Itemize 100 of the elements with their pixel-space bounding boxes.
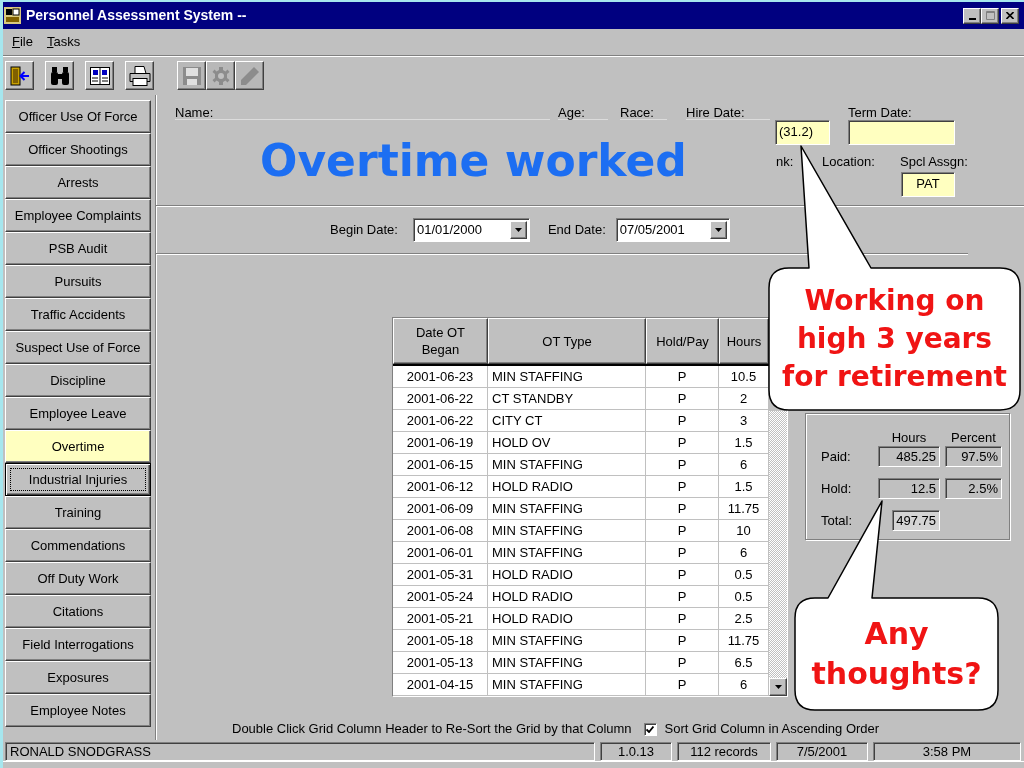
sidebar-button[interactable]: Commendations — [5, 529, 151, 562]
table-cell: P — [646, 476, 719, 498]
table-cell: P — [646, 586, 719, 608]
column-header[interactable]: Hours — [719, 318, 769, 364]
end-date-label: End Date: — [547, 221, 606, 240]
page-title: Overtime worked — [260, 134, 687, 188]
table-cell: 2.5 — [719, 608, 769, 630]
table-cell: P — [646, 432, 719, 454]
table-cell: P — [646, 608, 719, 630]
table-cell: 2001-04-15 — [393, 674, 488, 696]
table-cell: P — [646, 542, 719, 564]
menu-item[interactable]: File — [11, 32, 34, 52]
table-cell: MIN STAFFING — [488, 520, 646, 542]
table-cell: P — [646, 454, 719, 476]
percent-field: 97.5% — [945, 446, 1002, 467]
hours-field: 12.5 — [878, 478, 940, 499]
summary-label: Paid: — [821, 447, 851, 466]
table-cell: P — [646, 366, 719, 388]
sidebar-button[interactable]: Traffic Accidents — [5, 298, 151, 331]
column-header[interactable]: OT Type — [488, 318, 646, 364]
table-cell: 10.5 — [719, 366, 769, 388]
callout-text: Any thoughts? — [810, 615, 983, 693]
hours-field: 485.25 — [878, 446, 940, 467]
sidebar-button[interactable]: Exposures — [5, 661, 151, 694]
sidebar-button[interactable]: Training — [5, 496, 151, 529]
table-cell: 6 — [719, 542, 769, 564]
table-cell: 2001-06-08 — [393, 520, 488, 542]
table-cell: 1.5 — [719, 432, 769, 454]
sidebar-button[interactable]: Citations — [5, 595, 151, 628]
percent-field: 2.5% — [945, 478, 1002, 499]
toolbar-button[interactable] — [5, 61, 34, 90]
table-cell: MIN STAFFING — [488, 498, 646, 520]
sidebar-button[interactable]: Field Interrogations — [5, 628, 151, 661]
sidebar-button[interactable]: Industrial Injuries — [5, 463, 151, 496]
table-cell: 11.75 — [719, 498, 769, 520]
table-cell: MIN STAFFING — [488, 366, 646, 388]
caret-icon — [774, 685, 782, 689]
race-label: Race: — [620, 105, 654, 120]
sidebar-button[interactable]: Officer Shootings — [5, 133, 151, 166]
table-cell: HOLD RADIO — [488, 476, 646, 498]
sidebar-button[interactable]: Officer Use Of Force — [5, 100, 151, 133]
scroll-down-button[interactable] — [769, 678, 787, 696]
pencil-icon — [240, 66, 259, 85]
sidebar-button[interactable]: Employee Complaints — [5, 199, 151, 232]
check-icon — [646, 725, 655, 733]
table-cell: 2001-06-15 — [393, 454, 488, 476]
hire-date-label: Hire Date: — [686, 105, 745, 120]
dropdown-button[interactable] — [709, 221, 727, 239]
sort-checkbox[interactable] — [643, 722, 657, 736]
table-cell: P — [646, 388, 719, 410]
age-label: Age: — [558, 105, 585, 120]
table-cell: 0.5 — [719, 564, 769, 586]
sidebar-button[interactable]: Pursuits — [5, 265, 151, 298]
term-date-label: Term Date: — [848, 104, 912, 120]
sidebar-button[interactable]: Arrests — [5, 166, 151, 199]
sidebar-button[interactable]: Overtime — [5, 430, 151, 463]
table-cell: 2001-06-12 — [393, 476, 488, 498]
printer-icon — [128, 65, 151, 86]
minimize-button[interactable] — [963, 7, 981, 24]
summary-column-label: Hours — [891, 429, 927, 444]
sort-hint: Double Click Grid Column Header to Re-Sort the Grid by that Column — [232, 720, 632, 739]
table-cell: 2001-05-24 — [393, 586, 488, 608]
sidebar-button[interactable]: PSB Audit — [5, 232, 151, 265]
table-cell: CT STANDBY — [488, 388, 646, 410]
end-date-field[interactable]: 07/05/2001 — [615, 218, 730, 242]
rank-label: nk: — [776, 154, 794, 169]
table-cell: 0.5 — [719, 586, 769, 608]
sidebar-button[interactable]: Employee Notes — [5, 694, 151, 727]
table-cell: 6 — [719, 674, 769, 696]
begin-date-field[interactable]: 01/01/2000 — [412, 218, 530, 242]
close-button[interactable] — [1001, 7, 1019, 24]
status-panel: 112 records — [677, 742, 771, 761]
table-cell: 3 — [719, 410, 769, 432]
table-cell: 11.75 — [719, 630, 769, 652]
special-assignment-field: PAT — [901, 172, 955, 197]
table-cell: 2001-05-31 — [393, 564, 488, 586]
summary-label: Total: — [821, 511, 853, 530]
table-cell: 2001-06-22 — [393, 388, 488, 410]
sidebar-button[interactable]: Suspect Use of Force — [5, 331, 151, 364]
sidebar-button[interactable]: Employee Leave — [5, 397, 151, 430]
table-cell: 10 — [719, 520, 769, 542]
toolbar-button[interactable] — [45, 61, 74, 90]
table-cell: P — [646, 652, 719, 674]
binoculars-icon — [49, 66, 70, 85]
column-header[interactable]: Hold/Pay — [646, 318, 719, 364]
table-cell: 2001-06-09 — [393, 498, 488, 520]
sidebar-button[interactable]: Off Duty Work — [5, 562, 151, 595]
toolbar-button[interactable] — [85, 61, 114, 90]
column-header[interactable]: Date OT Began — [393, 318, 488, 364]
table-cell: 2001-06-01 — [393, 542, 488, 564]
toolbar-button[interactable] — [125, 61, 154, 90]
sidebar-button[interactable]: Discipline — [5, 364, 151, 397]
table-cell: 2001-05-21 — [393, 608, 488, 630]
table-cell: 6.5 — [719, 652, 769, 674]
minimize-icon — [968, 17, 976, 20]
maximize-button[interactable] — [981, 7, 999, 24]
caret-icon — [514, 228, 522, 232]
table-cell: P — [646, 498, 719, 520]
dropdown-button[interactable] — [509, 221, 527, 239]
menu-item[interactable]: Tasks — [45, 32, 82, 52]
